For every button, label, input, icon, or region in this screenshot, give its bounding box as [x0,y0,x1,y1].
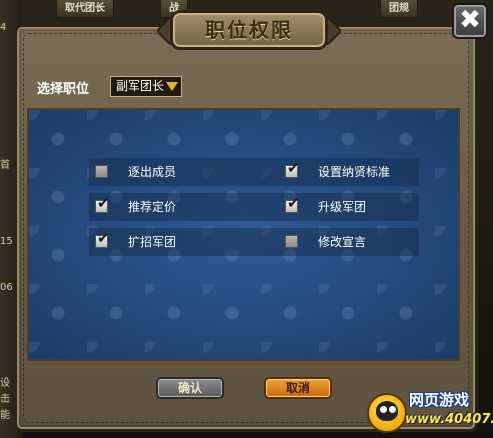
permission-upgrade-legion[interactable]: ✔ 升级军团 [285,195,455,215]
permissions-panel: 逐出成员 ✔ 设置纳贤标准 ✔ 推荐定价 ✔ 升级军团 ✔ 扩招军团 修改宣言 [27,108,460,361]
game-screen: 4 首 15 06 设 击 能 取代团长 战 团规 职位权限 ✖ 选择职位 副军… [0,0,493,438]
permission-label: 升级军团 [318,200,367,214]
background-text: 击 [0,394,10,405]
background-text: 4 [0,22,7,33]
background-text: 15 [0,236,13,247]
permission-expand-legion[interactable]: ✔ 扩招军团 [95,230,255,250]
permission-label: 推荐定价 [128,200,177,214]
watermark-url: www.40407.com [405,412,493,427]
checkbox-expand-legion[interactable]: ✔ [95,230,110,248]
position-select-label: 选择职位 [37,82,90,97]
permission-label: 逐出成员 [128,165,177,179]
check-icon: ✔ [287,159,300,177]
background-tab[interactable]: 团规 [380,0,418,18]
permission-expel-members[interactable]: 逐出成员 [95,164,255,180]
background-text: 06 [0,282,13,293]
checkbox-edit-declaration[interactable] [285,235,298,248]
position-dropdown[interactable]: 副军团长 [110,76,182,97]
dialog-title: 职位权限 [205,18,293,42]
dialog-title-plate: 职位权限 [170,10,328,50]
dropdown-arrow-icon[interactable] [166,82,178,91]
background-text: 首 [0,160,10,171]
background-text: 设 [0,378,10,389]
close-button[interactable]: ✖ [452,3,488,39]
permission-recommend-price[interactable]: ✔ 推荐定价 [95,195,255,215]
check-icon: ✔ [287,194,300,212]
permission-set-recruit-standard[interactable]: ✔ 设置纳贤标准 [285,160,455,180]
permission-label: 扩招军团 [128,235,177,249]
checkbox-expel-members[interactable] [95,165,108,178]
watermark-eye [389,406,396,413]
permission-edit-declaration[interactable]: 修改宣言 [285,234,455,250]
site-watermark: 网页游戏 www.40407.com [367,385,493,438]
position-dropdown-value: 副军团长 [116,79,165,93]
background-tab[interactable]: 取代团长 [56,0,114,18]
close-icon: ✖ [459,5,481,35]
confirm-button[interactable]: 确认 [156,377,224,399]
watermark-eye [380,406,387,413]
check-icon: ✔ [97,194,110,212]
permission-label: 设置纳贤标准 [318,165,391,179]
background-text: 能 [0,410,10,421]
watermark-title: 网页游戏 [409,391,470,409]
checkbox-upgrade-legion[interactable]: ✔ [285,195,300,213]
checkbox-set-recruit-standard[interactable]: ✔ [285,160,300,178]
checkbox-recommend-price[interactable]: ✔ [95,195,110,213]
cancel-button[interactable]: 取消 [264,377,332,399]
permission-label: 修改宣言 [318,235,367,249]
check-icon: ✔ [97,229,110,247]
